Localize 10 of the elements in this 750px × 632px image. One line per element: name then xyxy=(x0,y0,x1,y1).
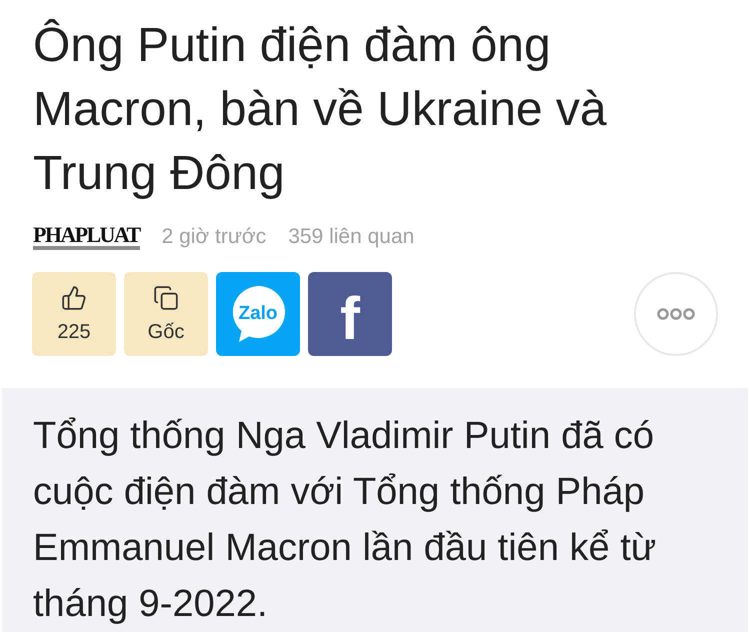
newspaper-logo[interactable]: PHAPLUAT xyxy=(33,224,140,250)
copy-icon xyxy=(153,284,179,310)
article-title: Ông Putin điện đàm ông Macron, bàn về Ukraine và Trung Đông xyxy=(33,18,608,202)
article-lead: Tổng thống Nga Vladimir Putin đã có cuộc điện đàm với Tổng thống Pháp Emmanuel Macron lần đầu tiên kể từ tháng 9-2022. xyxy=(2,388,748,632)
more-icon xyxy=(657,308,695,320)
publish-time: 2 giờ trước xyxy=(162,225,266,249)
source-button[interactable]: Gốc xyxy=(124,272,208,356)
thumbs-up-icon xyxy=(61,284,87,310)
like-button[interactable]: 225 xyxy=(32,272,116,356)
facebook-share-button[interactable]: f xyxy=(308,272,392,356)
